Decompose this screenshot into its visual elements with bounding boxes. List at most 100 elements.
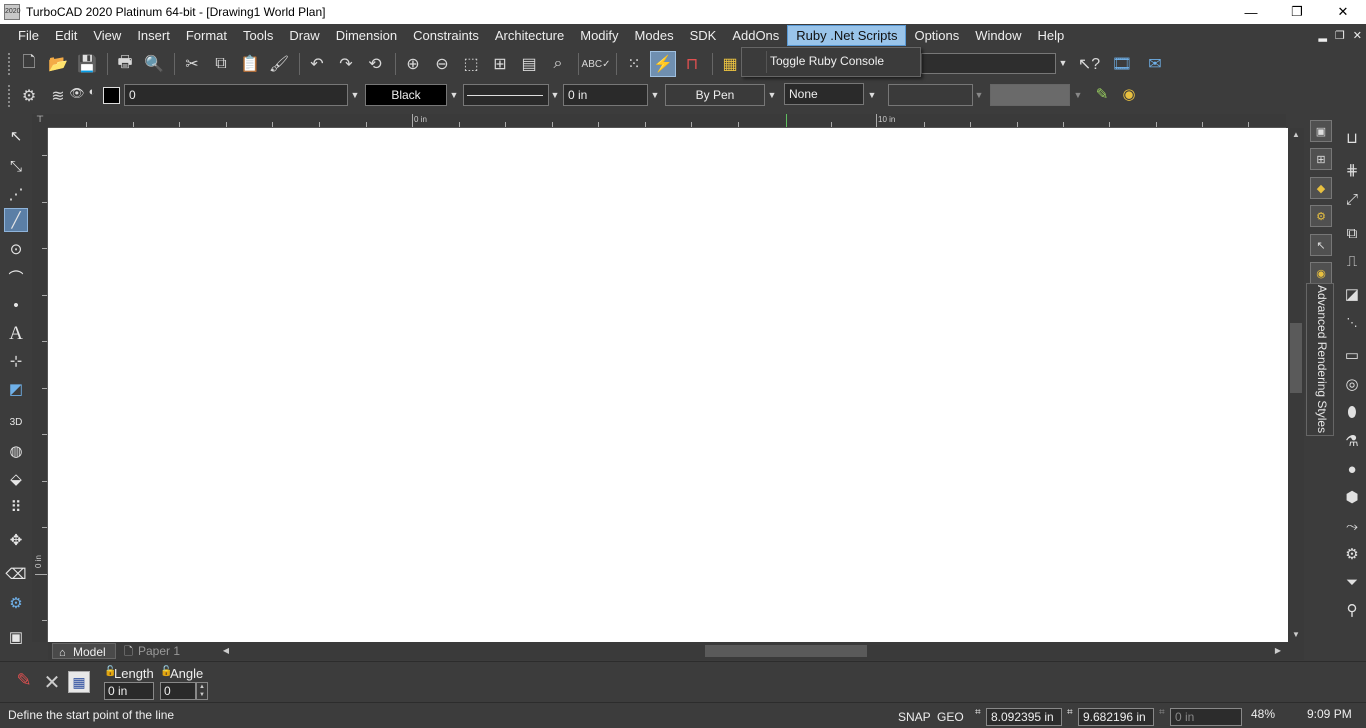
menu-draw[interactable]: Draw xyxy=(281,25,327,46)
menu-dimension[interactable]: Dimension xyxy=(328,25,405,46)
angle-input[interactable]: 0 xyxy=(160,682,196,700)
weld-icon[interactable]: ⊔ xyxy=(1340,126,1364,150)
fill-color-dropdown-arrow-icon[interactable]: ▼ xyxy=(1071,84,1085,106)
offset-icon[interactable]: ⧉ xyxy=(1340,221,1364,245)
sphere-icon[interactable]: ● xyxy=(1340,457,1364,481)
zoom-out-icon[interactable]: ⊖ xyxy=(429,51,455,77)
dimension-tool-icon[interactable]: ⊹ xyxy=(4,349,28,373)
x-coordinate-field[interactable]: 8.092395 in xyxy=(986,708,1062,726)
scroll-up-icon[interactable]: ▲ xyxy=(1288,128,1304,142)
z-coordinate-field[interactable]: 0 in xyxy=(1170,708,1242,726)
line-style-dropdown-arrow-icon[interactable]: ▼ xyxy=(548,84,562,106)
hatch-tool-icon[interactable]: ◩ xyxy=(4,377,28,401)
cancel-icon[interactable]: ✕ xyxy=(40,670,64,694)
circle-tool-icon[interactable]: ⊙ xyxy=(4,237,28,261)
undo-history-icon[interactable]: ⟲ xyxy=(362,51,388,77)
settings-tool-icon[interactable]: ⚙ xyxy=(4,591,28,615)
scroll-right-icon[interactable]: ▶ xyxy=(1270,644,1286,658)
sphere-tool-icon[interactable]: ◍ xyxy=(4,439,28,463)
gear-solid-icon[interactable]: ⚙ xyxy=(1340,542,1364,566)
toolbar-grip[interactable] xyxy=(8,84,12,107)
menu-insert[interactable]: Insert xyxy=(129,25,178,46)
mdi-minimize-button[interactable]: ▂ xyxy=(1318,29,1326,42)
zoom-extents-icon[interactable]: ⊞ xyxy=(487,51,513,77)
snap-indicator[interactable]: SNAP xyxy=(898,710,931,724)
menu-window[interactable]: Window xyxy=(967,25,1029,46)
tab-model[interactable]: ⌂ Model xyxy=(52,643,116,659)
fill-color-field[interactable] xyxy=(990,84,1070,106)
close-button[interactable]: ✕ xyxy=(1320,0,1366,24)
menu-sdk[interactable]: SDK xyxy=(682,25,725,46)
menu-tools[interactable]: Tools xyxy=(235,25,281,46)
menu-ruby-net-scripts[interactable]: Ruby .Net Scripts xyxy=(787,25,907,46)
pen-field[interactable]: By Pen xyxy=(665,84,765,106)
extrude-tool-icon[interactable]: ⬙ xyxy=(4,467,28,491)
arc-tool-icon[interactable]: ⌒ xyxy=(4,265,28,289)
scroll-down-icon[interactable]: ▼ xyxy=(1288,628,1304,642)
zoom-realtime-icon[interactable]: ⌕ xyxy=(545,51,571,77)
save-icon[interactable]: 💾 xyxy=(74,51,100,77)
extend-icon[interactable]: ⤢ xyxy=(1340,187,1364,211)
fill-style-dropdown-arrow-icon[interactable]: ▼ xyxy=(972,84,986,106)
mdi-close-button[interactable]: ✕ xyxy=(1353,29,1362,42)
text-tool-icon[interactable]: A xyxy=(4,322,28,346)
thickness-field[interactable]: 0 in xyxy=(563,84,648,106)
layer-visibility-icon[interactable]: 👁 xyxy=(68,86,86,104)
magnet-icon[interactable]: ⊓ xyxy=(679,51,705,77)
print-icon[interactable]: 🖶 xyxy=(112,51,138,77)
color-dropdown-arrow-icon[interactable]: ▼ xyxy=(447,84,461,106)
mdi-restore-button[interactable]: ❐ xyxy=(1335,29,1345,42)
fill-dropdown-arrow-icon[interactable]: ▼ xyxy=(865,84,879,106)
stretch-icon[interactable]: ⎍ xyxy=(1340,249,1364,273)
array-tool-icon[interactable]: ⠿ xyxy=(4,495,28,519)
menu-view[interactable]: View xyxy=(85,25,129,46)
tab-paper-1[interactable]: 🗋 Paper 1 xyxy=(118,643,212,659)
horizontal-scroll-thumb[interactable] xyxy=(705,645,867,657)
selection-info-icon[interactable]: ↖ xyxy=(1310,234,1332,256)
fill-style-field[interactable] xyxy=(888,84,973,106)
minimize-button[interactable]: — xyxy=(1228,0,1274,24)
construction-line-icon[interactable]: ⋰ xyxy=(4,182,28,206)
zoom-in-icon[interactable]: ⊕ xyxy=(400,51,426,77)
zoom-page-icon[interactable]: ▤ xyxy=(516,51,542,77)
bolt-icon[interactable]: ⚲ xyxy=(1340,598,1364,622)
pencil-icon[interactable]: ✎ xyxy=(1092,85,1112,105)
print-preview-icon[interactable]: 🔍 xyxy=(141,51,167,77)
spell-check-icon[interactable]: ABC✓ xyxy=(582,51,611,77)
menu-options[interactable]: Options xyxy=(906,25,967,46)
library-palette-icon[interactable]: ◆ xyxy=(1310,177,1332,199)
thickness-dropdown-arrow-icon[interactable]: ▼ xyxy=(648,84,662,106)
menu-modes[interactable]: Modes xyxy=(627,25,682,46)
format-painter-icon[interactable]: 🖌 xyxy=(266,51,292,77)
video-tutorial-icon[interactable]: 🎞 xyxy=(1109,51,1135,77)
cut-icon[interactable]: ✂ xyxy=(179,51,205,77)
paste-icon[interactable]: 📋 xyxy=(237,51,263,77)
node-edit-icon[interactable]: ⤡ xyxy=(4,154,28,178)
menu-edit[interactable]: Edit xyxy=(47,25,85,46)
trim-icon[interactable]: ⋕ xyxy=(1340,158,1364,182)
sweep-icon[interactable]: ⤳ xyxy=(1340,514,1364,538)
scroll-left-icon[interactable]: ◀ xyxy=(218,644,234,658)
angle-spinner-icon[interactable]: ▲ ▼ xyxy=(196,682,208,700)
geo-indicator[interactable]: GEO xyxy=(937,710,964,724)
menu-constraints[interactable]: Constraints xyxy=(405,25,487,46)
toolbar-grip[interactable] xyxy=(8,53,12,75)
fill-field[interactable]: None xyxy=(784,83,864,105)
layers-icon[interactable]: ▦ xyxy=(717,51,743,77)
section-icon[interactable]: ▭ xyxy=(1340,343,1364,367)
snap-icon[interactable]: ⚡ xyxy=(650,51,676,77)
length-input[interactable]: 0 in xyxy=(104,682,154,700)
cube-icon[interactable]: ⬢ xyxy=(1340,485,1364,509)
toolbar-combo-arrow-icon[interactable]: ▼ xyxy=(1057,53,1069,74)
3d-tool-icon[interactable]: 3D xyxy=(4,410,28,434)
layer-dropdown-arrow-icon[interactable]: ▼ xyxy=(348,84,362,106)
copy-icon[interactable]: ⧉ xyxy=(208,51,234,77)
vertical-scrollbar[interactable]: ▲ ▼ xyxy=(1288,128,1304,642)
select-arrow-icon[interactable]: ↖ xyxy=(4,124,28,148)
fillet-icon[interactable]: ⚗ xyxy=(1340,429,1364,453)
ruler-origin-icon[interactable]: ⊤ xyxy=(32,114,48,128)
grid-icon[interactable]: ⁙ xyxy=(621,51,647,77)
menu-toggle-ruby-console[interactable]: Toggle Ruby Console xyxy=(770,54,884,68)
render-style-icon[interactable]: ◉ xyxy=(1119,85,1139,105)
new-file-icon[interactable]: 🗋 xyxy=(16,51,42,77)
